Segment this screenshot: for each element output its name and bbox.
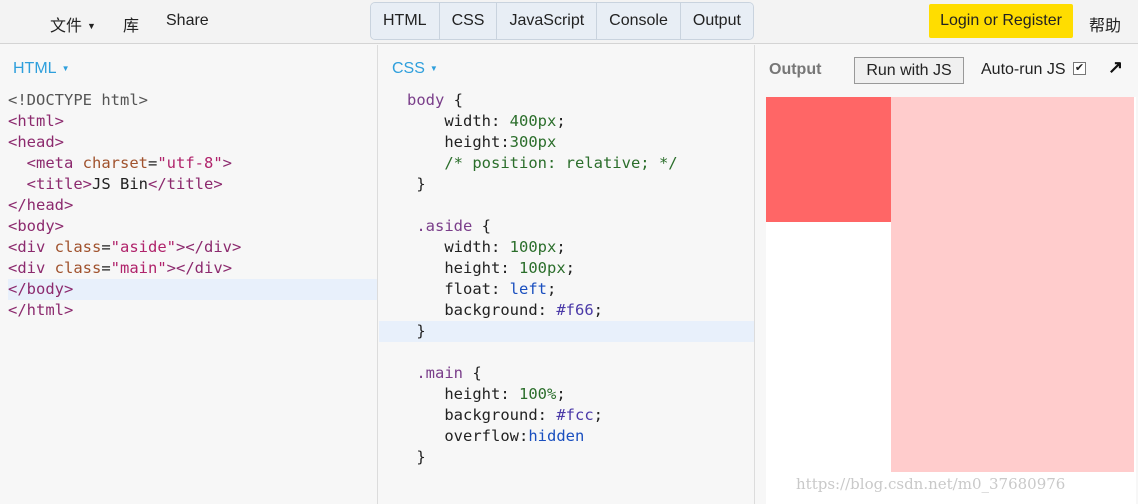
code-line: } (379, 448, 426, 466)
file-menu-label: 文件 (50, 18, 83, 35)
tab-console[interactable]: Console (597, 3, 681, 39)
help-menu[interactable]: 帮助 (1089, 12, 1121, 36)
code-line: body { (407, 91, 463, 109)
css-panel-label: CSS (392, 60, 425, 77)
code-line: height:300px (444, 133, 557, 151)
css-panel-dropdown[interactable]: CSS ▼ (392, 60, 438, 78)
code-line: /* position: relative; */ (444, 154, 678, 172)
arrow-up-right-icon[interactable]: ↗ (1108, 57, 1123, 78)
main-box (891, 97, 1134, 472)
code-line: width: 100px; (444, 238, 566, 256)
html-editor-panel: HTML ▼ <!DOCTYPE html> <html> <head> <meta … (0, 45, 378, 504)
watermark: https://blog.csdn.net/m0_37680976 (796, 475, 1066, 493)
login-register-button[interactable]: Login or Register (929, 4, 1073, 38)
tab-output[interactable]: Output (680, 3, 753, 39)
code-line: float: left; (444, 280, 557, 298)
output-label: Output (769, 61, 822, 78)
top-toolbar: 文件 ▼ 库 Share HTML CSS JavaScript Console … (0, 0, 1138, 44)
html-code-editor[interactable]: <!DOCTYPE html> <html> <head> <meta charse… (0, 90, 377, 321)
code-line: background: #f66; (444, 301, 603, 319)
code-line: background: #fcc; (444, 406, 603, 424)
code-line: } (379, 175, 426, 193)
code-line: <meta charset="utf-8"> (26, 154, 233, 172)
html-panel-label: HTML (13, 60, 57, 77)
aside-box (766, 97, 891, 222)
code-line: height: 100%; (444, 385, 566, 403)
code-line: .aside { (416, 217, 491, 235)
code-line: <title>JS Bin</title> (26, 175, 223, 193)
tab-html[interactable]: HTML (371, 3, 440, 39)
output-preview (766, 97, 1136, 504)
code-line: </body> (8, 279, 377, 300)
html-panel-dropdown[interactable]: HTML ▼ (13, 60, 69, 78)
css-editor-panel: CSS ▼ body { width: 400px; height:300px /… (379, 45, 755, 504)
caret-down-icon: ▼ (61, 64, 70, 73)
panel-tabs: HTML CSS JavaScript Console Output (370, 2, 754, 40)
code-line: .main { (416, 364, 482, 382)
code-line: <head> (8, 133, 65, 151)
caret-down-icon: ▼ (87, 21, 96, 31)
output-panel: Output Run with JS Auto-run JS ✔ ↗ (756, 45, 1138, 504)
code-line: height: 100px; (444, 259, 576, 277)
caret-down-icon: ▼ (429, 64, 438, 73)
autorun-label: Auto-run JS (981, 61, 1066, 78)
tab-css[interactable]: CSS (439, 3, 498, 39)
library-menu[interactable]: 库 (123, 12, 139, 36)
code-line: } (379, 321, 754, 342)
share-menu[interactable]: Share (166, 12, 209, 30)
code-line: width: 400px; (444, 112, 566, 130)
tab-javascript[interactable]: JavaScript (497, 3, 598, 39)
code-line: <!DOCTYPE html> (8, 91, 148, 109)
code-line: overflow:hidden (444, 427, 585, 445)
autorun-checkbox[interactable]: ✔ (1073, 62, 1086, 75)
code-line: </html> (8, 301, 74, 319)
css-code-editor[interactable]: body { width: 400px; height:300px /* pos… (379, 90, 754, 468)
code-line: <html> (8, 112, 65, 130)
run-with-js-button[interactable]: Run with JS (854, 57, 964, 84)
file-menu[interactable]: 文件 ▼ (50, 12, 96, 36)
code-line: </head> (8, 196, 74, 214)
code-line: <div class="main"></div> (8, 259, 233, 277)
code-line: <div class="aside"></div> (8, 238, 242, 256)
code-line: <body> (8, 217, 65, 235)
